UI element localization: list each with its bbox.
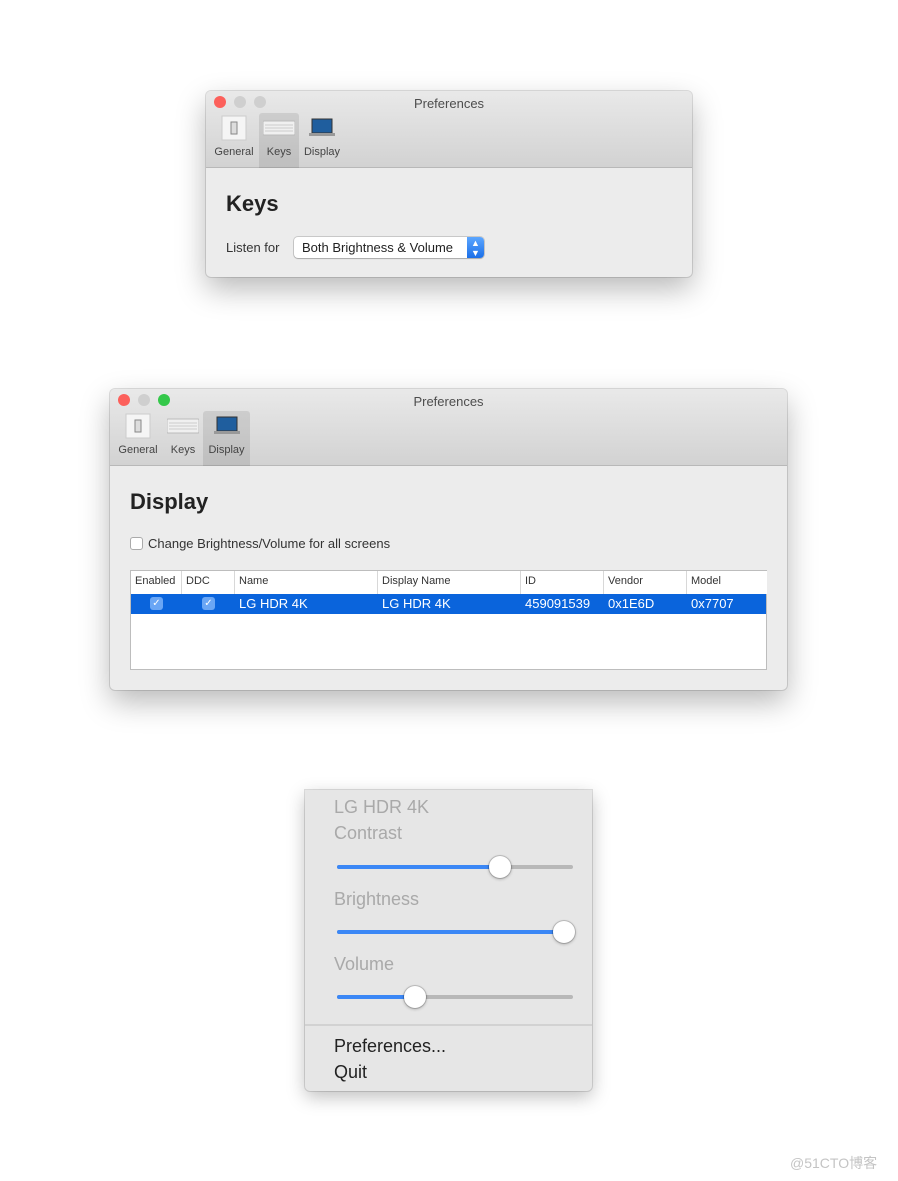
tab-general[interactable]: General bbox=[212, 113, 256, 168]
tab-keys[interactable]: Keys bbox=[163, 411, 203, 466]
tab-keys[interactable]: Keys bbox=[259, 113, 299, 168]
brightness-label: Brightness bbox=[334, 889, 420, 909]
switch-icon bbox=[221, 115, 247, 141]
slider-thumb[interactable] bbox=[403, 986, 426, 1008]
tab-display[interactable]: Display bbox=[203, 411, 250, 466]
contrast-label: Contrast bbox=[334, 823, 403, 843]
keyboard-icon bbox=[167, 418, 199, 434]
all-screens-checkbox[interactable] bbox=[130, 537, 143, 550]
preferences-menu-item[interactable]: Preferences... bbox=[334, 1036, 446, 1057]
listen-for-select[interactable]: Both Brightness & Volume ▲ ▼ bbox=[294, 237, 484, 258]
displays-table: Enabled DDC Name Display Name ID Vendor … bbox=[130, 570, 767, 670]
watermark: @51CTO博客 bbox=[790, 1155, 878, 1171]
window-title: Preferences bbox=[413, 394, 484, 409]
column-header[interactable]: DDC bbox=[182, 571, 235, 594]
column-header[interactable]: Name bbox=[235, 571, 378, 594]
toolbar: Preferences General Keys Display bbox=[206, 91, 692, 168]
slider-thumb[interactable] bbox=[488, 856, 511, 878]
column-header[interactable]: ID bbox=[521, 571, 604, 594]
all-screens-label: Change Brightness/Volume for all screens bbox=[148, 536, 391, 551]
quit-menu-item[interactable]: Quit bbox=[334, 1062, 367, 1083]
display-preferences-window: Preferences General Keys Display Display… bbox=[110, 389, 787, 690]
column-header[interactable]: Model bbox=[687, 571, 767, 594]
enabled-checkbox[interactable]: ✓ bbox=[150, 597, 163, 610]
chevron-updown-icon: ▲ ▼ bbox=[467, 237, 484, 258]
id-cell: 459091539 bbox=[525, 596, 591, 611]
volume-slider[interactable] bbox=[337, 986, 573, 1008]
ddc-checkbox[interactable]: ✓ bbox=[202, 597, 215, 610]
page-title: Display bbox=[130, 489, 209, 514]
brightness-slider[interactable] bbox=[337, 921, 575, 943]
keyboard-icon bbox=[263, 120, 295, 136]
window-title: Preferences bbox=[413, 96, 485, 111]
status-menu: LG HDR 4K Contrast Brightness Volume Pre… bbox=[305, 790, 592, 1091]
laptop-icon bbox=[213, 416, 240, 434]
volume-label: Volume bbox=[334, 954, 395, 974]
display-name-cell: LG HDR 4K bbox=[382, 596, 451, 611]
column-header[interactable]: Enabled bbox=[131, 571, 182, 594]
tab-general[interactable]: General bbox=[116, 411, 160, 466]
keys-preferences-window: Preferences General Keys Display Keys Li… bbox=[206, 91, 692, 277]
switch-icon bbox=[125, 413, 151, 439]
laptop-icon bbox=[309, 118, 335, 136]
vendor-cell: 0x1E6D bbox=[608, 596, 655, 611]
slider-thumb[interactable] bbox=[552, 921, 575, 943]
column-header[interactable]: Vendor bbox=[604, 571, 687, 594]
model-cell: 0x7707 bbox=[691, 596, 734, 611]
tab-display[interactable]: Display bbox=[300, 113, 344, 168]
listen-for-label: Listen for bbox=[226, 240, 280, 255]
contrast-slider[interactable] bbox=[337, 856, 573, 878]
toolbar: Preferences General Keys Display bbox=[110, 389, 787, 466]
column-header[interactable]: Display Name bbox=[378, 571, 521, 594]
table-row[interactable]: ✓ ✓ LG HDR 4K LG HDR 4K 459091539 0x1E6D… bbox=[131, 594, 766, 614]
name-cell: LG HDR 4K bbox=[239, 596, 308, 611]
page-title: Keys bbox=[226, 191, 279, 216]
display-name: LG HDR 4K bbox=[334, 797, 430, 817]
menu-separator bbox=[305, 1024, 592, 1026]
